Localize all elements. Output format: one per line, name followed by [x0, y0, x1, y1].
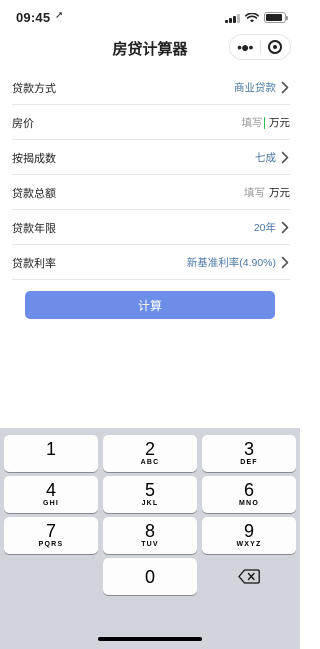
chevron-right-icon [280, 256, 290, 270]
status-time: 09:45 [16, 10, 51, 25]
row-label: 贷款总额 [12, 187, 56, 200]
key-digit: 1 [45, 439, 56, 459]
row-loan-term[interactable]: 贷款年限 20年 [12, 211, 290, 245]
key-digit: 4 [45, 480, 56, 500]
key-8[interactable]: 8 TUV [103, 517, 197, 554]
row-loan-type[interactable]: 贷款方式 商业贷款 [12, 71, 290, 105]
close-miniprogram-button[interactable] [261, 40, 291, 54]
key-9[interactable]: 9 WXYZ [202, 517, 296, 554]
location-arrow-icon: ➚ [55, 10, 64, 21]
key-0[interactable]: 0 [103, 558, 197, 595]
key-letters: ABC [140, 459, 160, 466]
row-label: 房价 [12, 117, 34, 130]
key-digit: 2 [144, 439, 155, 459]
mortgage-ratio-value[interactable]: 七成 [255, 150, 276, 165]
key-letters: GHI [42, 500, 60, 507]
key-digit: 9 [243, 521, 254, 541]
unit-label: 万元 [269, 187, 290, 199]
key-digit: 7 [45, 521, 56, 541]
row-interest-rate[interactable]: 贷款利率 新基准利率(4.90%) [12, 246, 290, 280]
key-5[interactable]: 5 JKL [103, 476, 197, 513]
backspace-button[interactable] [202, 558, 296, 595]
chevron-right-icon [280, 81, 290, 95]
status-bar: 09:45 ➚ [0, 0, 300, 34]
key-letters: MNO [239, 500, 259, 507]
key-3[interactable]: 3 DEF [202, 435, 296, 472]
close-circle-icon [268, 40, 283, 54]
status-indicators [225, 12, 288, 23]
more-options-icon[interactable]: •●• [230, 35, 260, 59]
battery-icon [264, 12, 288, 23]
loan-total-input[interactable]: 填写 [244, 185, 265, 200]
key-digit: 3 [243, 439, 254, 459]
key-1[interactable]: 1 [4, 435, 98, 472]
key-letters: TUV [141, 541, 159, 548]
key-7[interactable]: 7 PQRS [4, 517, 98, 554]
loan-type-value[interactable]: 商业贷款 [234, 80, 276, 95]
loan-term-value[interactable]: 20年 [254, 220, 276, 235]
row-loan-total[interactable]: 贷款总额 填写 万元 [12, 176, 290, 210]
wifi-icon [245, 12, 259, 22]
key-letters: DEF [240, 459, 258, 466]
row-label: 按揭成数 [12, 152, 56, 165]
row-label: 贷款方式 [12, 82, 56, 95]
key-digit: 6 [243, 480, 254, 500]
key-2[interactable]: 2 ABC [103, 435, 197, 472]
key-letters: WXYZ [236, 541, 262, 548]
calculate-button[interactable]: 计算 [25, 291, 275, 319]
key-letters: PQRS [38, 541, 64, 548]
key-digit: 5 [144, 480, 155, 500]
row-house-price[interactable]: 房价 填写 万元 [12, 106, 290, 140]
key-4[interactable]: 4 GHI [4, 476, 98, 513]
unit-label: 万元 [269, 117, 290, 129]
row-mortgage-ratio[interactable]: 按揭成数 七成 [12, 141, 290, 175]
text-cursor [263, 116, 265, 129]
key-6[interactable]: 6 MNO [202, 476, 296, 513]
house-price-input[interactable]: 填写 [242, 115, 263, 130]
home-indicator [98, 637, 202, 641]
row-label: 贷款年限 [12, 222, 56, 235]
interest-rate-value[interactable]: 新基准利率(4.90%) [187, 255, 276, 270]
key-digit: 0 [144, 566, 155, 587]
miniprogram-capsule: •●• [229, 34, 291, 60]
chevron-right-icon [280, 221, 290, 235]
chevron-right-icon [280, 151, 290, 165]
numeric-keypad: 1 2 ABC 3 DEF 4 GHI 5 JKL 6 MNO 7 PQRS 8… [0, 428, 300, 649]
cellular-signal-icon [225, 13, 240, 23]
backspace-icon [238, 569, 260, 584]
key-digit: 8 [144, 521, 155, 541]
row-label: 贷款利率 [12, 257, 56, 270]
key-letters: JKL [141, 500, 159, 507]
